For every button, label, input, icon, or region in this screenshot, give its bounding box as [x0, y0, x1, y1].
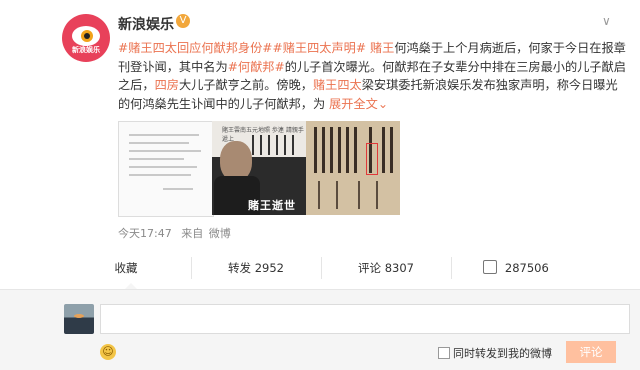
comment-button[interactable]: 评论 8307 [322, 257, 450, 279]
repost-checkbox[interactable] [438, 347, 450, 359]
thumbs-up-icon [483, 260, 498, 274]
hashtag-link[interactable]: #赌王四太回应何猷邦身份# [118, 41, 273, 55]
favorite-label: 收藏 [114, 261, 138, 275]
hashtag-link[interactable]: 赌王 [370, 41, 394, 55]
favorite-button[interactable]: 收藏 [62, 257, 190, 279]
post-image-document[interactable] [118, 121, 214, 217]
account-avatar[interactable]: 新浪娱乐 [62, 14, 110, 62]
comment-count: 8307 [384, 261, 414, 275]
like-count: 287506 [504, 261, 549, 275]
repost-label: 转发 [228, 261, 252, 275]
hashtag-link[interactable]: #赌王四太声明# [273, 41, 367, 55]
post-image-obituary[interactable] [306, 121, 400, 215]
post-image-portrait[interactable]: 賭王雲南五元地照 歩連 請親手遞上 賭王逝世 [212, 121, 306, 215]
hashtag-link[interactable]: #何猷邦# [228, 60, 285, 74]
expand-link[interactable]: ⌄ [378, 97, 388, 111]
post-source[interactable]: 微博 [209, 227, 231, 240]
smiley-icon[interactable]: ☺ [100, 344, 116, 360]
comment-input[interactable] [100, 304, 630, 334]
user-avatar[interactable] [64, 304, 94, 334]
repost-count: 2952 [254, 261, 284, 275]
repost-button[interactable]: 转发 2952 [192, 257, 320, 279]
like-button[interactable]: 287506 [452, 257, 580, 279]
chevron-down-icon[interactable]: ∨ [602, 14, 611, 28]
source-prefix: 来自 [181, 227, 204, 240]
avatar-caption: 新浪娱乐 [72, 46, 100, 54]
submit-comment-button[interactable]: 评论 [566, 341, 616, 363]
portrait-caption: 賭王逝世 [248, 199, 296, 212]
post-time[interactable]: 今天17:47 [118, 227, 172, 240]
account-name[interactable]: 新浪娱乐 [118, 14, 174, 34]
hashtag-link[interactable]: 赌王四太 [313, 78, 362, 92]
weibo-card: 新浪娱乐 新浪娱乐 V ∨ #赌王四太回应何猷邦身份##赌王四太声明# 赌王何鸿… [0, 0, 640, 370]
post-text-segment: 大儿子猷亨之前。傍晚， [178, 78, 313, 92]
portrait-face [220, 141, 252, 181]
hashtag-link[interactable]: 四房 [155, 78, 179, 92]
avatar-pupil-inner [84, 33, 90, 39]
comment-label: 评论 [358, 261, 382, 275]
post-text: #赌王四太回应何猷邦身份##赌王四太声明# 赌王何鸿燊于上个月病逝后，何家于今日… [118, 39, 628, 113]
expand-link[interactable]: 展开全文 [325, 97, 378, 111]
repost-checkbox-label: 同时转发到我的微博 [453, 347, 552, 360]
highlight-box [366, 143, 378, 175]
post-meta: 今天17:47 来自 微博 [118, 225, 237, 241]
verified-v-icon: V [176, 14, 190, 28]
